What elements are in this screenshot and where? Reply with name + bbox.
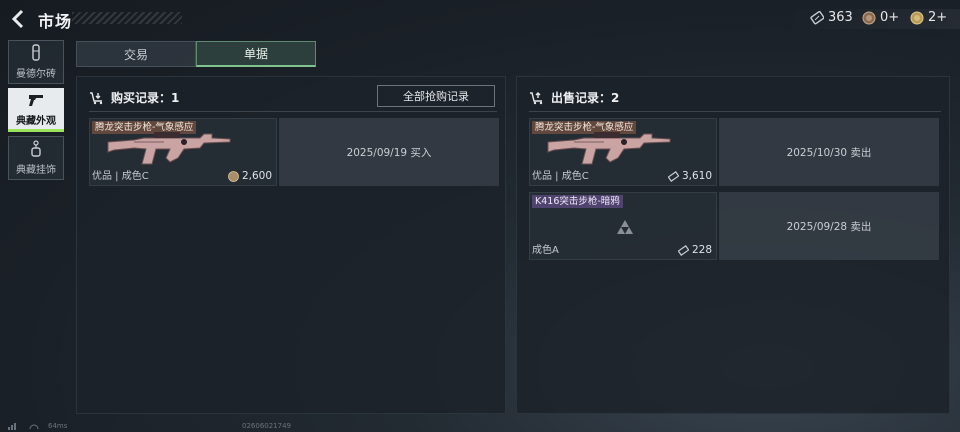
purchase-records-header: 购买记录：1 (89, 89, 179, 106)
ping-readout: 64ms (48, 422, 68, 430)
purchase-records-title: 购买记录：1 (111, 91, 180, 105)
sidebar-item-label: 曼德尔砖 (16, 69, 56, 80)
item-price: 228 (677, 244, 712, 256)
cart-in-icon (90, 91, 103, 104)
sidebar-item-collection-skins[interactable]: 典藏外观 (8, 88, 64, 132)
sale-records-title: 出售记录：2 (551, 91, 620, 105)
tab-records[interactable]: 单据 (196, 41, 316, 67)
sale-record-row[interactable]: 腾龙突击步枪-气象感应 优品 | 成色C 3,610 2025/10/30 卖出 (529, 118, 939, 186)
sidebar-item-label: 典藏挂饰 (16, 165, 56, 176)
currency-tickets[interactable]: 363 (810, 10, 853, 25)
gold-coin-icon (910, 11, 924, 24)
back-arrow-icon[interactable] (8, 8, 30, 30)
currency-gold[interactable]: 2+ (910, 10, 947, 25)
item-price: 2,600 (228, 170, 272, 182)
pistol-icon (29, 95, 43, 106)
sidebar-item-mandel-brick[interactable]: 曼德尔砖 (8, 40, 64, 84)
ticket-icon (667, 170, 679, 182)
currency-gold-value: 2+ (928, 10, 948, 25)
sale-records-panel: 出售记录：2 腾龙突击步枪-气象感应 优品 | 成色C 3,610 2025/1… (516, 76, 950, 414)
sale-record-row[interactable]: K416突击步枪-暗鸦 成色A 228 2025/09/28 卖出 (529, 192, 939, 260)
user-id: 02606021749 (242, 422, 291, 430)
page-title: 市场 (38, 12, 73, 31)
item-quality: 成色A (532, 245, 559, 256)
item-card[interactable]: 腾龙突击步枪-气象感应 优品 | 成色C 3,610 (529, 118, 717, 186)
network-status-icon (8, 423, 39, 430)
item-price-value: 3,610 (681, 170, 712, 182)
category-sidebar: 曼德尔砖 典藏外观 典藏挂饰 (8, 40, 66, 184)
rifle-image (107, 132, 231, 165)
coin-icon (862, 11, 876, 24)
currency-coins[interactable]: 0+ (862, 10, 899, 25)
item-price-value: 2,600 (241, 170, 272, 182)
currency-tickets-value: 363 (828, 10, 853, 25)
item-quality: 优品 | 成色C (92, 171, 149, 182)
sidebar-item-label: 典藏外观 (16, 116, 56, 127)
item-card[interactable]: 腾龙突击步枪-气象感应 优品 | 成色C 2,600 (89, 118, 277, 186)
item-price-value: 228 (691, 244, 712, 256)
sidebar-item-collection-charms[interactable]: 典藏挂饰 (8, 136, 64, 180)
divider (529, 111, 941, 112)
brick-icon (32, 44, 40, 61)
ticket-icon (810, 10, 824, 24)
charm-icon (31, 140, 41, 157)
rifle-image (547, 132, 671, 165)
cart-out-icon (530, 91, 543, 104)
currency-coins-value: 0+ (880, 10, 900, 25)
all-rush-buy-records-button[interactable]: 全部抢购记录 (377, 85, 495, 107)
tab-bar: 交易 单据 (76, 41, 316, 67)
sale-records-header: 出售记录：2 (529, 89, 619, 106)
tab-trade[interactable]: 交易 (76, 41, 196, 67)
top-bar: 市场 363 0+ 2+ (0, 0, 960, 38)
record-date: 2025/09/28 卖出 (719, 192, 939, 260)
item-name: K416突击步枪-暗鸦 (532, 195, 623, 208)
purchase-record-row[interactable]: 腾龙突击步枪-气象感应 优品 | 成色C 2,600 2025/09/19 买入 (89, 118, 499, 186)
coin-icon (228, 170, 239, 182)
item-card[interactable]: K416突击步枪-暗鸦 成色A 228 (529, 192, 717, 260)
item-price: 3,610 (667, 170, 712, 182)
record-date: 2025/09/19 买入 (279, 118, 499, 186)
item-quality: 优品 | 成色C (532, 171, 589, 182)
ticket-icon (677, 244, 689, 256)
title-decoration (72, 12, 182, 24)
purchase-records-panel: 购买记录：1 全部抢购记录 腾龙突击步枪-气象感应 优品 | 成色C 2,600… (76, 76, 506, 414)
record-date: 2025/10/30 卖出 (719, 118, 939, 186)
status-footer: 64ms 02606021749 (0, 420, 960, 432)
triforce-icon (617, 220, 633, 234)
divider (89, 111, 497, 112)
